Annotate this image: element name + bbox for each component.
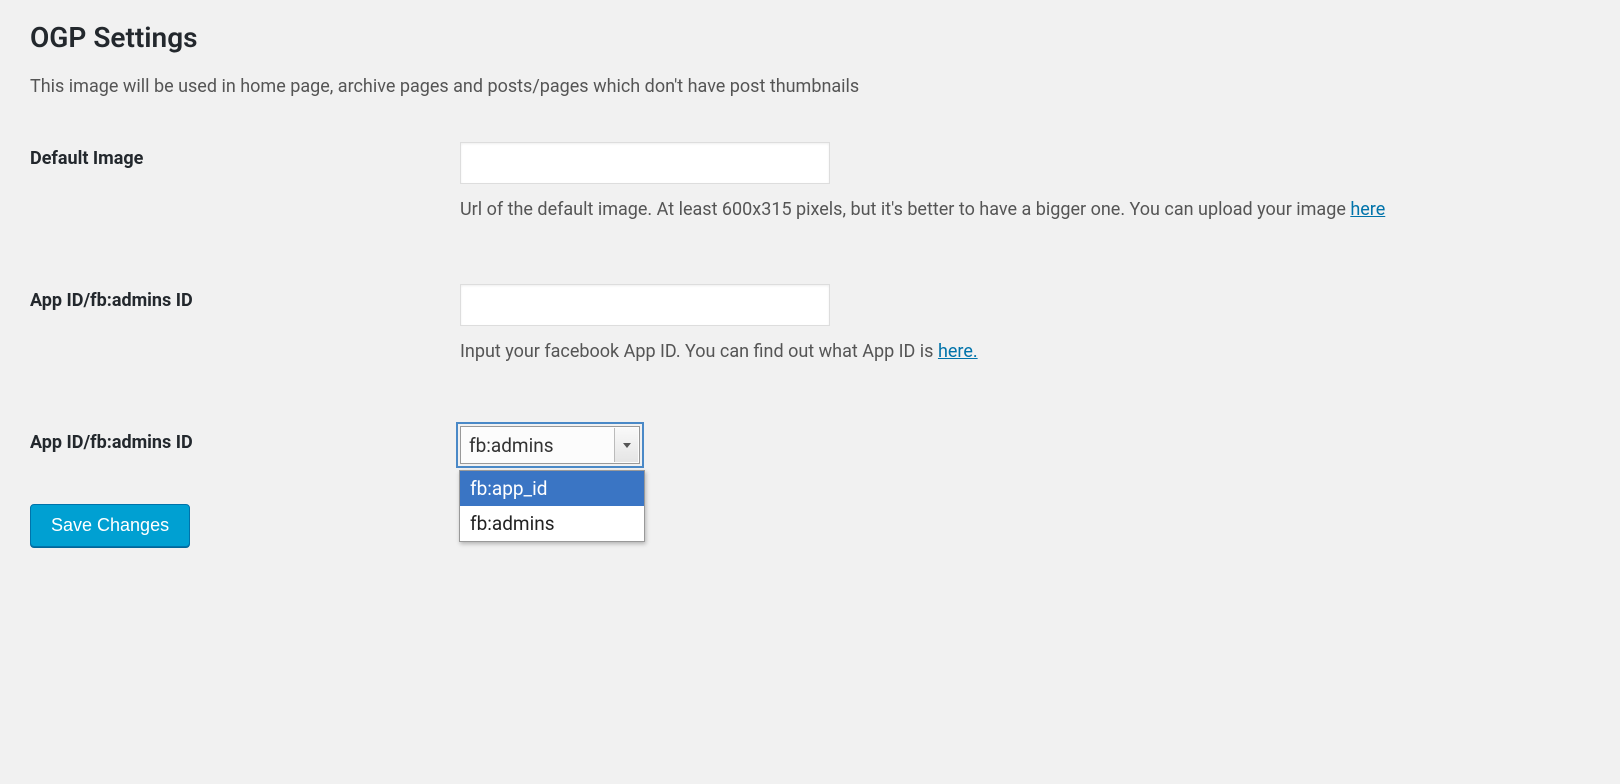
app-id-input-help: Input your facebook App ID. You can find… [460, 338, 1540, 366]
dropdown-option-fb-admins[interactable]: fb:admins [460, 506, 644, 541]
default-image-row: Default Image Url of the default image. … [30, 142, 1590, 224]
app-id-select-value: fb:admins [469, 434, 554, 457]
app-id-help-text: Input your facebook App ID. You can find… [460, 341, 938, 362]
app-id-select[interactable]: fb:admins [460, 426, 640, 464]
app-id-input-row: App ID/fb:admins ID Input your facebook … [30, 284, 1590, 366]
app-id-input[interactable] [460, 284, 830, 326]
page-description: This image will be used in home page, ar… [30, 76, 1590, 97]
dropdown-option-fb-app-id[interactable]: fb:app_id [460, 471, 644, 506]
default-image-help-link[interactable]: here [1350, 199, 1385, 220]
app-id-select-controls: fb:admins fb:app_id fb:admins [460, 426, 1590, 464]
default-image-input[interactable] [460, 142, 830, 184]
default-image-help: Url of the default image. At least 600x3… [460, 196, 1540, 224]
app-id-input-label: App ID/fb:admins ID [30, 284, 460, 311]
save-button[interactable]: Save Changes [30, 504, 190, 547]
default-image-help-text: Url of the default image. At least 600x3… [460, 199, 1350, 220]
default-image-label: Default Image [30, 142, 460, 169]
select-arrow-zone [614, 428, 638, 462]
default-image-controls: Url of the default image. At least 600x3… [460, 142, 1590, 224]
app-id-select-label: App ID/fb:admins ID [30, 426, 460, 453]
app-id-select-wrap: fb:admins fb:app_id fb:admins [460, 426, 640, 464]
page-title: OGP Settings [30, 20, 1590, 56]
app-id-input-controls: Input your facebook App ID. You can find… [460, 284, 1590, 366]
app-id-select-row: App ID/fb:admins ID fb:admins fb:app_id … [30, 426, 1590, 464]
app-id-dropdown-list: fb:app_id fb:admins [459, 470, 645, 542]
chevron-down-icon [623, 443, 631, 448]
app-id-help-link[interactable]: here. [938, 341, 978, 362]
